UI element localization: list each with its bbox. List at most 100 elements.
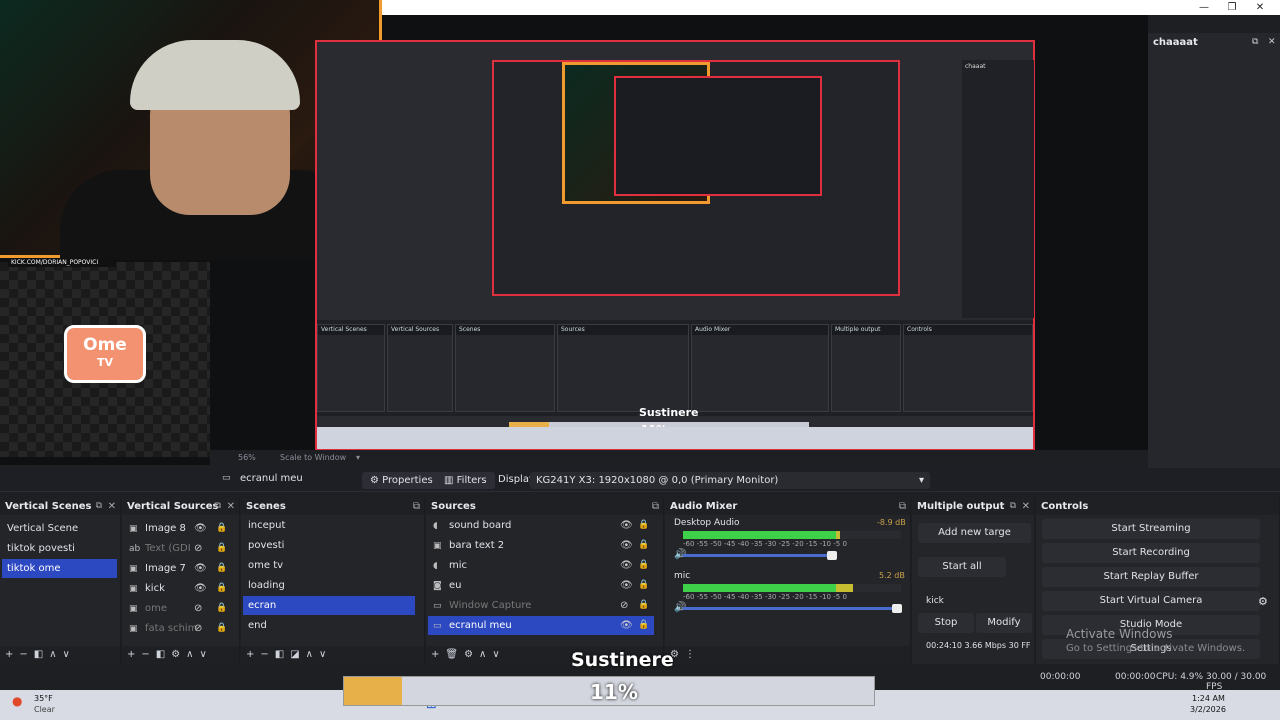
eye-hidden-icon: ⊘ — [620, 600, 629, 611]
scene-item[interactable]: inceput — [243, 516, 415, 535]
vertical-source-item[interactable]: ▣ Image 7 👁 🔒 — [124, 559, 236, 578]
source-item[interactable]: ▭ Window Capture ⊘ 🔒 — [428, 596, 654, 615]
nested-taskbar — [317, 427, 1033, 449]
kick-channel-tag: KICK.COM/DORIAN_POPOVICI — [8, 258, 116, 267]
vertical-source-item[interactable]: ▣ kick 👁 🔒 — [124, 579, 236, 598]
temperature: 35°F — [34, 694, 53, 703]
lock-icon: 🔒 — [638, 540, 650, 550]
volume-slider[interactable] — [683, 604, 902, 613]
close-icon[interactable]: ✕ — [1268, 37, 1276, 47]
vertical-scene-item[interactable]: Vertical Scene — [2, 519, 117, 538]
close-icon[interactable]: ✕ — [1246, 0, 1274, 15]
vertical-source-item[interactable]: ▣ ome ⊘ 🔒 — [124, 599, 236, 618]
vertical-source-item[interactable]: ab Text (GDI ⊘ 🔒 — [124, 539, 236, 558]
volume-meter — [683, 584, 901, 592]
volume-meter — [683, 531, 901, 539]
minimize-icon[interactable]: — — [1190, 0, 1218, 15]
close-icon[interactable]: ✕ — [1022, 498, 1030, 515]
lock-icon: 🔒 — [638, 560, 650, 570]
modify-button[interactable]: Modify — [976, 613, 1032, 633]
popout-icon[interactable]: ⧉ — [413, 498, 420, 515]
scene-item-selected[interactable]: ecran — [243, 596, 415, 615]
filter-icon: ▥ — [444, 475, 457, 486]
rec-timer: 00:00:00 — [1115, 672, 1156, 682]
speaker-icon: ◖ — [433, 521, 438, 531]
source-item[interactable]: ▣ bara text 2 👁 🔒 — [428, 536, 654, 555]
audio-mixer-toolbar[interactable]: ⚙⋮ — [665, 646, 910, 664]
nested-sustinere: Sustinere — [639, 406, 699, 419]
properties-button[interactable]: ⚙ Properties — [362, 472, 441, 489]
lock-icon: 🔒 — [638, 600, 650, 610]
output-stats: 00:24:10 3.66 Mbps 30 FF — [926, 641, 1031, 650]
zoom-level: 56% — [238, 453, 256, 462]
source-item[interactable]: ◙ eu 👁 🔒 — [428, 576, 654, 595]
vertical-source-item[interactable]: ▣ Image 8 👁 🔒 — [124, 519, 236, 538]
popout-icon[interactable]: ⧉ — [652, 498, 659, 515]
nested-chat-panel: chaaat — [962, 60, 1034, 318]
source-item[interactable]: ◖ sound board 👁 🔒 — [428, 516, 654, 535]
chat-dock: chaaaat ⧉ ✕ — [1148, 33, 1280, 473]
scene-item[interactable]: ome tv — [243, 556, 415, 575]
cpu-usage: CPU: 4.9% — [1156, 672, 1204, 682]
eye-hidden-icon: ⊘ — [194, 543, 203, 554]
start-all-button[interactable]: Start all — [918, 557, 1006, 577]
scene-item[interactable]: povesti — [243, 536, 415, 555]
preview-status-bar: 56% Scale to Window ▾ — [210, 450, 1148, 466]
nested-screen-capture: chaaat Vertical Scenes Vertical Sources … — [315, 40, 1035, 450]
text-icon: ab — [129, 544, 141, 554]
start-virtual-camera-button[interactable]: Start Virtual Camera — [1042, 591, 1260, 611]
sources-dock: Sources ⧉ ◖ sound board 👁 🔒 ▣ bara text 2 👁 🔒 ◖… — [426, 498, 664, 664]
popout-icon[interactable]: ⧉ — [899, 498, 906, 515]
scenes-toolbar[interactable]: +−◧◪∧∨ — [241, 646, 424, 664]
volume-slider[interactable] — [683, 551, 837, 560]
eye-icon: 👁 — [194, 563, 207, 574]
track-name: mic — [674, 571, 691, 581]
vertical-source-item[interactable]: ▣ fata schim ⊘ 🔒 — [124, 619, 236, 638]
weather-status: Clear — [34, 705, 55, 714]
maximize-icon[interactable]: ❐ — [1218, 0, 1246, 15]
close-icon[interactable]: ✕ — [227, 498, 235, 515]
image-icon: ▣ — [129, 524, 138, 534]
lock-icon: 🔒 — [216, 603, 228, 613]
chevron-down-icon[interactable]: ▾ — [356, 453, 360, 462]
progress-percent: 11% — [590, 680, 638, 704]
monitor-icon: ▭ — [222, 473, 231, 483]
vertical-scene-item[interactable]: tiktok povesti — [2, 539, 117, 558]
stop-button[interactable]: Stop — [918, 613, 974, 633]
add-target-button[interactable]: Add new targe — [918, 523, 1031, 543]
start-streaming-button[interactable]: Start Streaming — [1042, 519, 1260, 539]
scale-mode[interactable]: Scale to Window — [280, 453, 346, 462]
nested-docks: Vertical Scenes Vertical Sources Scenes … — [317, 320, 1033, 416]
clock-time: 1:24 AM — [1192, 694, 1225, 703]
weather-icon: ● — [12, 694, 23, 708]
scene-item[interactable]: end — [243, 616, 415, 635]
lock-icon: 🔒 — [216, 623, 228, 633]
vertical-scene-item-selected[interactable]: tiktok ome — [2, 559, 117, 578]
popout-icon[interactable]: ⧉ — [215, 498, 221, 515]
vertical-sources-dock: Vertical Sources ⧉ ✕ ▣ Image 8 👁 🔒 ab Text (GD… — [122, 498, 240, 664]
vertical-sources-toolbar[interactable]: +−◧⚙∧∨ — [122, 646, 239, 664]
source-item-selected[interactable]: ▭ ecranul meu 👁 🔒 — [428, 616, 654, 635]
nested-capture-inner2 — [614, 76, 822, 196]
start-replay-buffer-button[interactable]: Start Replay Buffer — [1042, 567, 1260, 587]
lock-icon: 🔒 — [638, 520, 650, 530]
source-item[interactable]: ◖ mic 👁 🔒 — [428, 556, 654, 575]
eye-hidden-icon: ⊘ — [194, 623, 203, 634]
gear-icon[interactable]: ⚙ — [1258, 595, 1268, 608]
audio-mixer-dock: Audio Mixer ⧉ Desktop Audio -8.9 dB -60 -… — [665, 498, 911, 664]
track-db: 5.2 dB — [879, 571, 905, 580]
display-select[interactable]: KG241Y X3: 1920x1080 @ 0,0 (Primary Moni… — [530, 472, 930, 489]
scene-item[interactable]: loading — [243, 576, 415, 595]
filters-button[interactable]: ▥ Filters — [436, 472, 495, 489]
popout-icon[interactable]: ⧉ — [1010, 498, 1016, 515]
close-icon[interactable]: ✕ — [108, 498, 116, 515]
start-recording-button[interactable]: Start Recording — [1042, 543, 1260, 563]
popout-icon[interactable]: ⧉ — [96, 498, 102, 515]
live-timer: 00:00:00 — [1040, 672, 1081, 682]
nested-capture-inner — [492, 60, 900, 296]
vertical-scenes-toolbar[interactable]: +−◧∧∨ — [0, 646, 120, 664]
scenes-dock: Scenes ⧉ inceput povesti ome tv loading e… — [241, 498, 425, 664]
popout-icon[interactable]: ⧉ — [1252, 37, 1258, 47]
eye-icon: 👁 — [620, 520, 633, 531]
lock-icon: 🔒 — [216, 583, 228, 593]
